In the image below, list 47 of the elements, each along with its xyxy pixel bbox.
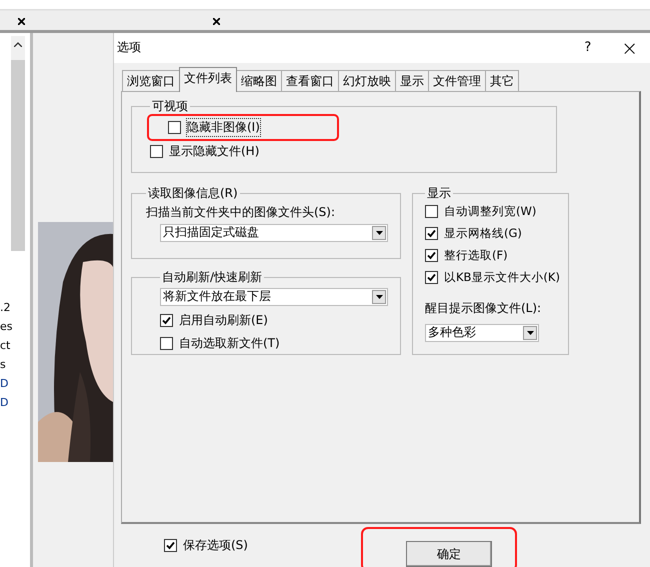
group-title: 可视项 bbox=[151, 98, 189, 115]
dropdown[interactable]: 多种色彩 bbox=[425, 324, 539, 342]
window-title: 选项 bbox=[117, 39, 141, 56]
checkbox-label[interactable]: 以KB显示文件大小(K) bbox=[444, 270, 560, 285]
file-name: ct bbox=[0, 339, 12, 352]
file-name: es bbox=[0, 320, 12, 333]
file-name: .2 bbox=[0, 301, 12, 314]
dropdown-arrow-icon[interactable] bbox=[376, 294, 382, 299]
checkbox-label[interactable]: 显示隐藏文件(H) bbox=[169, 142, 260, 160]
checkbox[interactable] bbox=[425, 204, 438, 218]
checkbox[interactable] bbox=[425, 270, 438, 284]
checkbox-label[interactable]: 隐藏非图像(I) bbox=[187, 118, 260, 136]
field-label: 扫描当前文件夹中的图像文件头(S): bbox=[146, 204, 336, 221]
checkbox-label[interactable]: 自动调整列宽(W) bbox=[444, 204, 536, 219]
group-title: 显示 bbox=[426, 184, 452, 202]
group-title: 自动刷新/快速刷新 bbox=[161, 268, 264, 286]
tab[interactable]: 其它 bbox=[485, 70, 519, 91]
file-name: s bbox=[0, 358, 7, 371]
checkbox-label[interactable]: 保存选项(S) bbox=[183, 537, 248, 554]
close-icon[interactable] bbox=[18, 18, 25, 25]
dropdown-arrow-icon[interactable] bbox=[376, 230, 382, 235]
close-button[interactable]: × bbox=[621, 36, 638, 60]
dropdown-arrow-icon[interactable] bbox=[526, 330, 534, 335]
checkbox[interactable] bbox=[160, 314, 173, 327]
checkbox-label[interactable]: 显示网格线(G) bbox=[444, 226, 522, 241]
help-button[interactable]: ? bbox=[584, 40, 592, 56]
dropdown[interactable]: 将新文件放在最下层 bbox=[160, 288, 388, 306]
close-icon[interactable] bbox=[213, 18, 220, 25]
file-name: D bbox=[0, 377, 10, 390]
tab[interactable]: 文件列表 bbox=[179, 66, 237, 92]
checkbox-label[interactable]: 整行选取(F) bbox=[444, 248, 508, 263]
checkbox[interactable] bbox=[150, 144, 163, 158]
group-title: 读取图像信息(R) bbox=[147, 184, 239, 202]
checkbox[interactable] bbox=[168, 120, 181, 134]
caret-icon[interactable] bbox=[14, 42, 22, 47]
field-label: 醒目提示图像文件(L): bbox=[425, 300, 542, 317]
file-name: D bbox=[0, 396, 10, 409]
checkbox[interactable] bbox=[160, 336, 173, 350]
dropdown[interactable]: 只扫描固定式磁盘 bbox=[160, 224, 388, 242]
checkbox-label[interactable]: 自动选取新文件(T) bbox=[179, 334, 280, 352]
checkbox[interactable] bbox=[164, 539, 177, 552]
ok-button[interactable]: 确定 bbox=[406, 541, 492, 567]
scrollbar[interactable] bbox=[11, 36, 25, 251]
checkbox[interactable] bbox=[425, 226, 438, 240]
checkbox[interactable] bbox=[425, 248, 438, 262]
tab[interactable]: 浏览窗口 bbox=[122, 70, 180, 91]
checkbox-label[interactable]: 启用自动刷新(E) bbox=[179, 312, 268, 329]
